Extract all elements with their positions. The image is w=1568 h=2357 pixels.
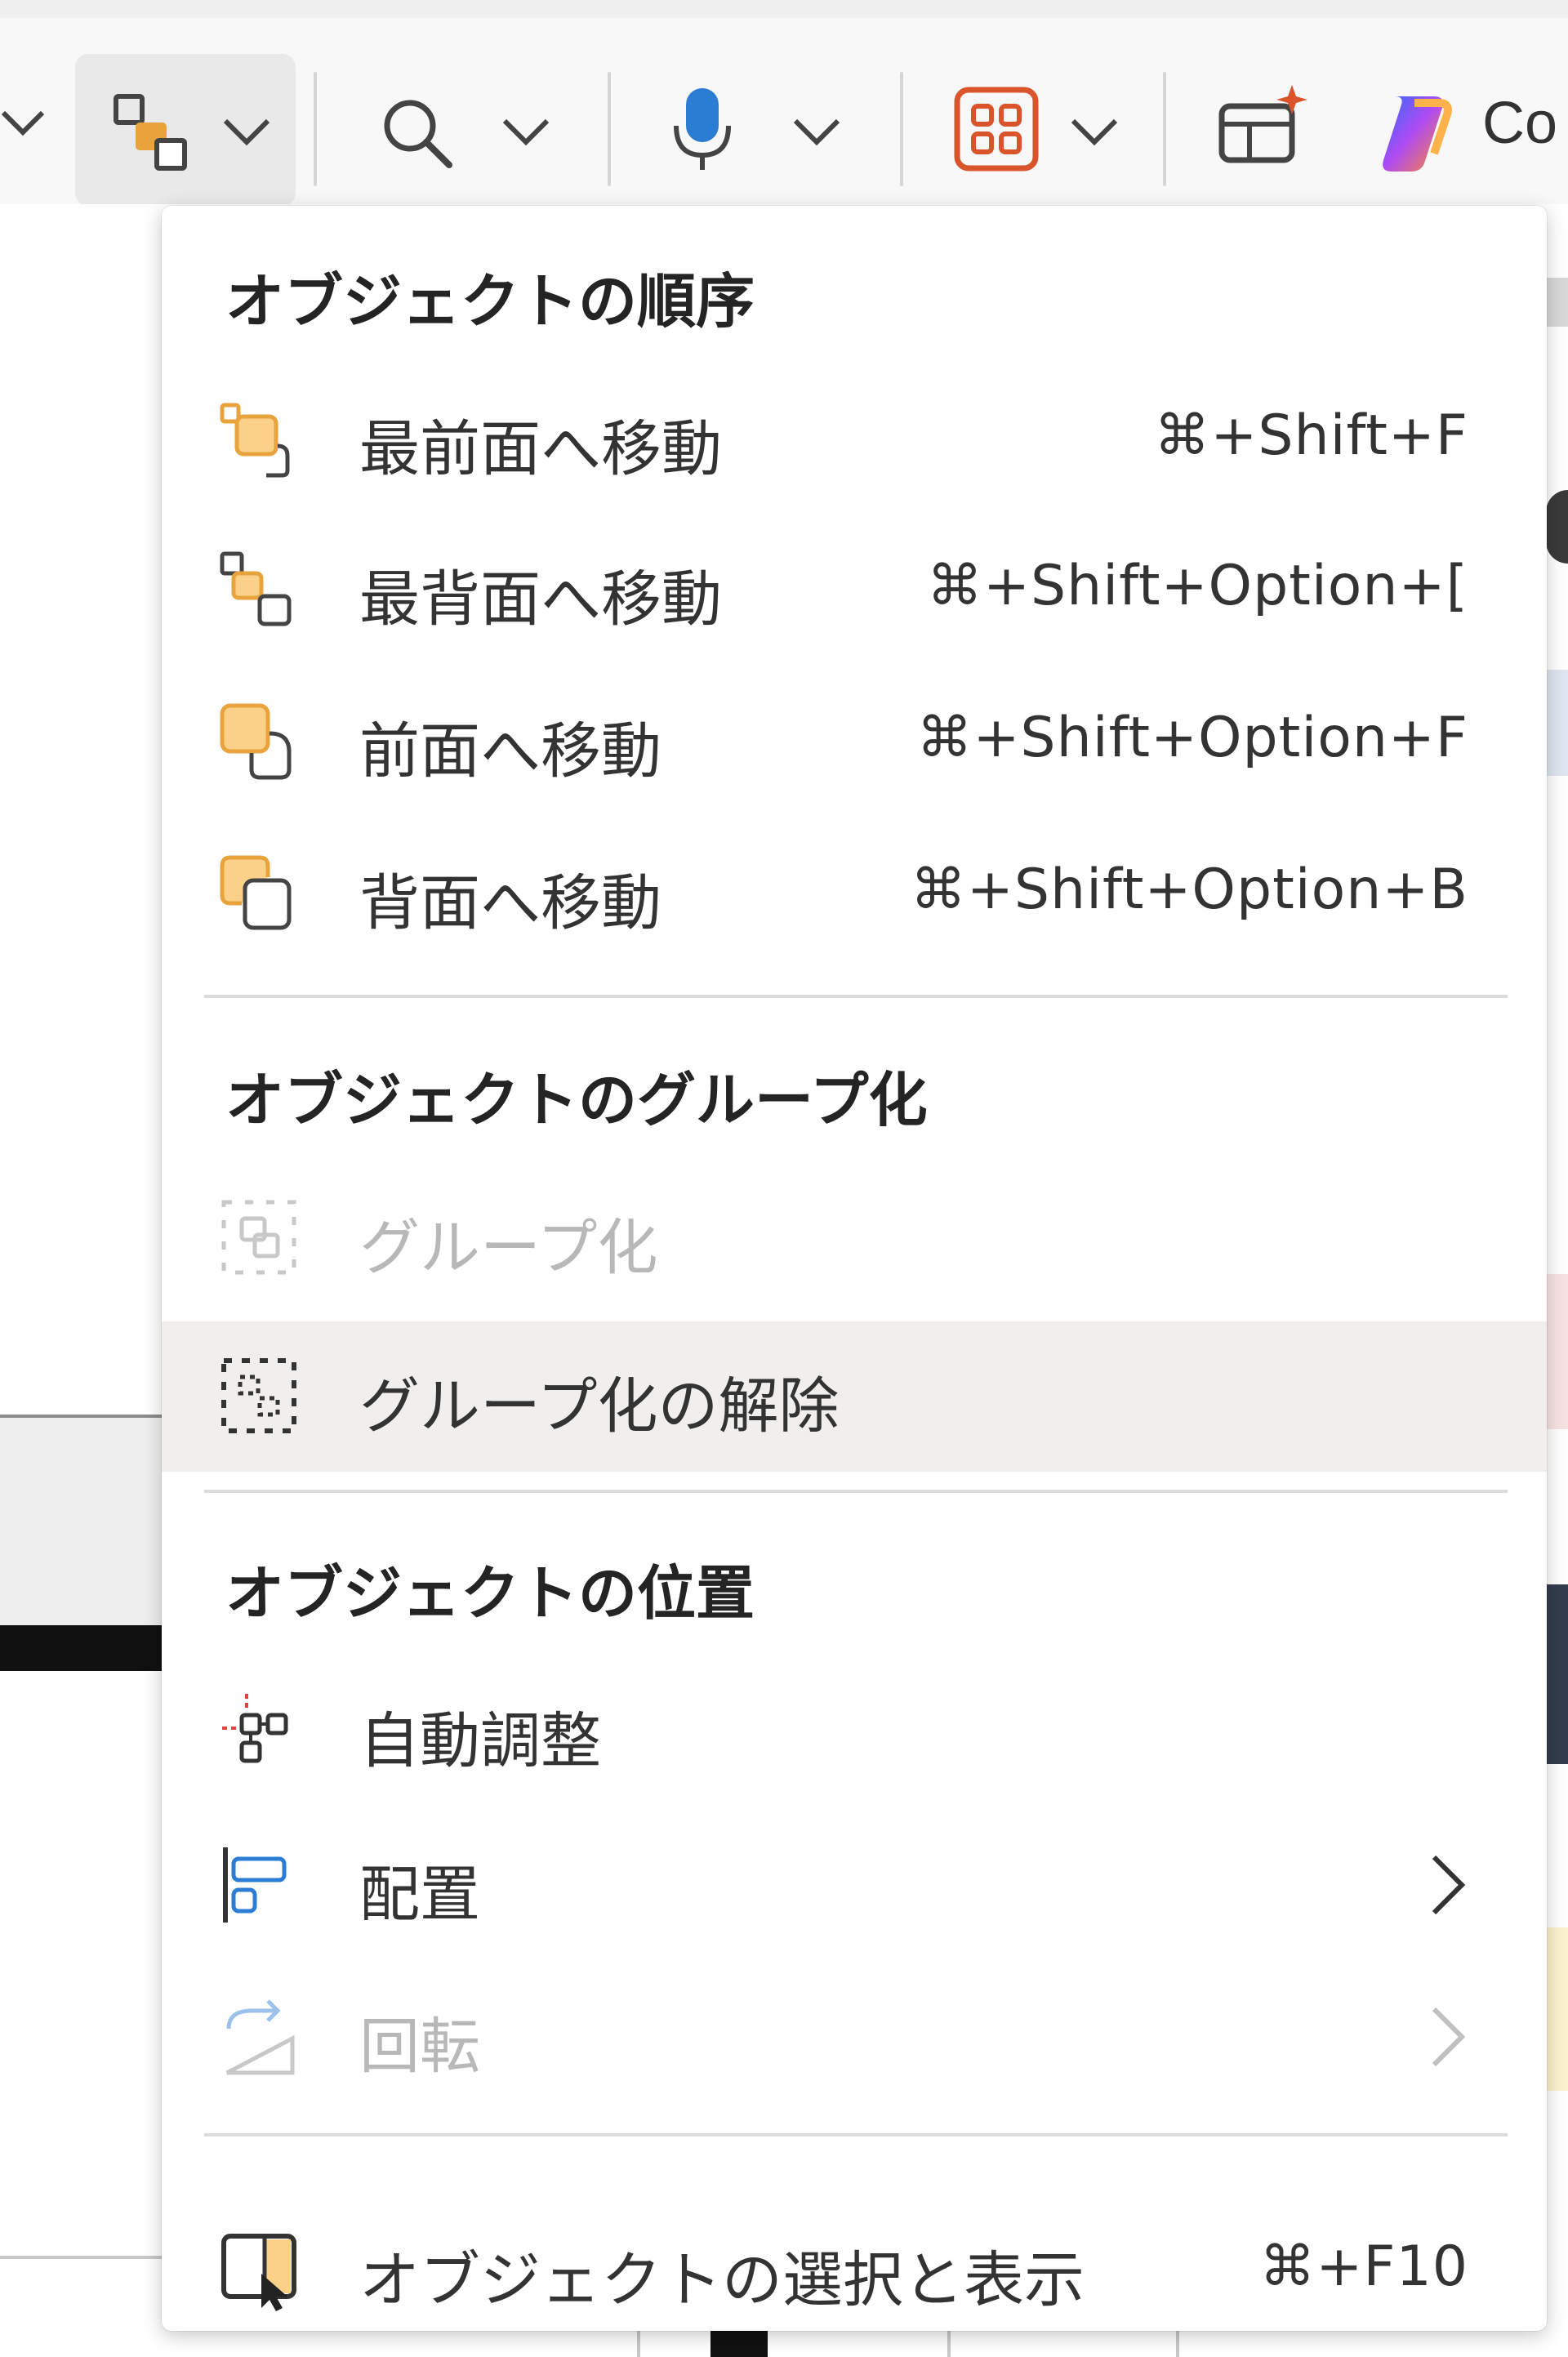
rotate-icon bbox=[219, 1996, 301, 2078]
document-shape bbox=[1546, 278, 1568, 327]
ribbon-toolbar: Co bbox=[0, 0, 1568, 206]
menu-separator bbox=[204, 1490, 1508, 1493]
document-shape bbox=[1546, 1584, 1568, 1764]
shortcut-text: ⌘+Shift+Option+B bbox=[910, 858, 1468, 922]
add-ins-grid-icon[interactable] bbox=[954, 87, 1039, 172]
document-shape bbox=[1546, 1274, 1568, 1429]
designer-icon[interactable] bbox=[1217, 82, 1312, 167]
section-header-order: オブジェクトの順序 bbox=[225, 267, 755, 336]
menu-item-auto-fit[interactable]: 自動調整 bbox=[162, 1656, 1547, 1807]
toolbar-separator bbox=[1163, 72, 1166, 186]
auto-fit-icon bbox=[219, 1691, 301, 1772]
menu-item-bring-to-front[interactable]: 最前面へ移動 ⌘+Shift+F bbox=[162, 364, 1547, 515]
toolbar-separator bbox=[608, 72, 611, 186]
menu-item-label: グループ化の解除 bbox=[359, 1371, 840, 1441]
bring-forward-icon bbox=[219, 701, 301, 782]
document-shape bbox=[0, 1415, 163, 1630]
menu-item-bring-forward[interactable]: 前面へ移動 ⌘+Shift+Option+F bbox=[162, 666, 1547, 817]
chevron-down-icon[interactable] bbox=[792, 114, 841, 147]
menu-item-ungroup[interactable]: グループ化の解除 bbox=[162, 1321, 1547, 1472]
section-header-position: オブジェクトの位置 bbox=[225, 1559, 755, 1628]
search-icon[interactable] bbox=[377, 93, 456, 172]
menu-item-rotate[interactable]: 回転 bbox=[162, 1962, 1547, 2112]
section-header-group: オブジェクトのグループ化 bbox=[225, 1066, 928, 1134]
menu-separator bbox=[204, 2133, 1508, 2136]
microphone-icon[interactable] bbox=[670, 85, 735, 175]
document-shape bbox=[1546, 670, 1568, 776]
menu-item-label: グループ化 bbox=[359, 1213, 658, 1283]
shortcut-text: ⌘+F10 bbox=[1259, 2234, 1468, 2299]
arrange-objects-menu: オブジェクトの順序 最前面へ移動 ⌘+Shift+F 最背面へ移動 ⌘+Shif… bbox=[162, 206, 1547, 2331]
menu-item-label: 配置 bbox=[359, 1860, 480, 1930]
ungroup-icon bbox=[219, 1356, 301, 1437]
menu-item-send-backward[interactable]: 背面へ移動 ⌘+Shift+Option+B bbox=[162, 818, 1547, 969]
send-backward-icon bbox=[219, 853, 301, 934]
menu-item-send-to-back[interactable]: 最背面へ移動 ⌘+Shift+Option+[ bbox=[162, 515, 1547, 665]
chevron-right-icon bbox=[1428, 2004, 1468, 2073]
document-shape bbox=[0, 1625, 163, 1671]
chevron-down-icon[interactable] bbox=[0, 106, 49, 139]
document-shape bbox=[1546, 490, 1568, 564]
toolbar-separator bbox=[314, 72, 317, 186]
menu-item-selection-pane[interactable]: オブジェクトの選択と表示 ⌘+F10 bbox=[162, 2195, 1547, 2346]
shortcut-text: ⌘+Shift+Option+F bbox=[916, 706, 1468, 770]
group-icon bbox=[219, 1197, 301, 1279]
chevron-down-icon[interactable] bbox=[501, 114, 550, 147]
menu-item-label: 前面へ移動 bbox=[359, 716, 662, 786]
selection-pane-icon bbox=[219, 2230, 301, 2311]
menu-item-group[interactable]: グループ化 bbox=[162, 1163, 1547, 1313]
menu-item-align[interactable]: 配置 bbox=[162, 1810, 1547, 1960]
document-divider bbox=[0, 2256, 163, 2259]
toolbar-separator bbox=[900, 72, 903, 186]
copilot-icon[interactable] bbox=[1370, 87, 1460, 176]
menu-separator bbox=[204, 995, 1508, 998]
align-icon bbox=[219, 1844, 301, 1926]
chevron-down-icon[interactable] bbox=[222, 114, 271, 147]
menu-item-label: 自動調整 bbox=[359, 1706, 601, 1776]
chevron-right-icon bbox=[1428, 1852, 1468, 1921]
send-to-back-icon bbox=[219, 549, 301, 630]
menu-item-label: 最背面へ移動 bbox=[359, 564, 722, 635]
chevron-down-icon[interactable] bbox=[1070, 114, 1119, 147]
arrange-objects-icon bbox=[111, 91, 193, 173]
document-shape bbox=[1546, 1927, 1568, 2091]
copilot-label[interactable]: Co bbox=[1482, 90, 1557, 157]
menu-item-label: 背面へ移動 bbox=[359, 868, 662, 938]
menu-item-label: オブジェクトの選択と表示 bbox=[359, 2245, 1085, 2315]
menu-item-label: 最前面へ移動 bbox=[359, 414, 722, 484]
menu-item-label: 回転 bbox=[359, 2012, 480, 2082]
shortcut-text: ⌘+Shift+F bbox=[1154, 403, 1468, 468]
shortcut-text: ⌘+Shift+Option+[ bbox=[927, 554, 1468, 618]
bring-to-front-icon bbox=[219, 399, 301, 480]
